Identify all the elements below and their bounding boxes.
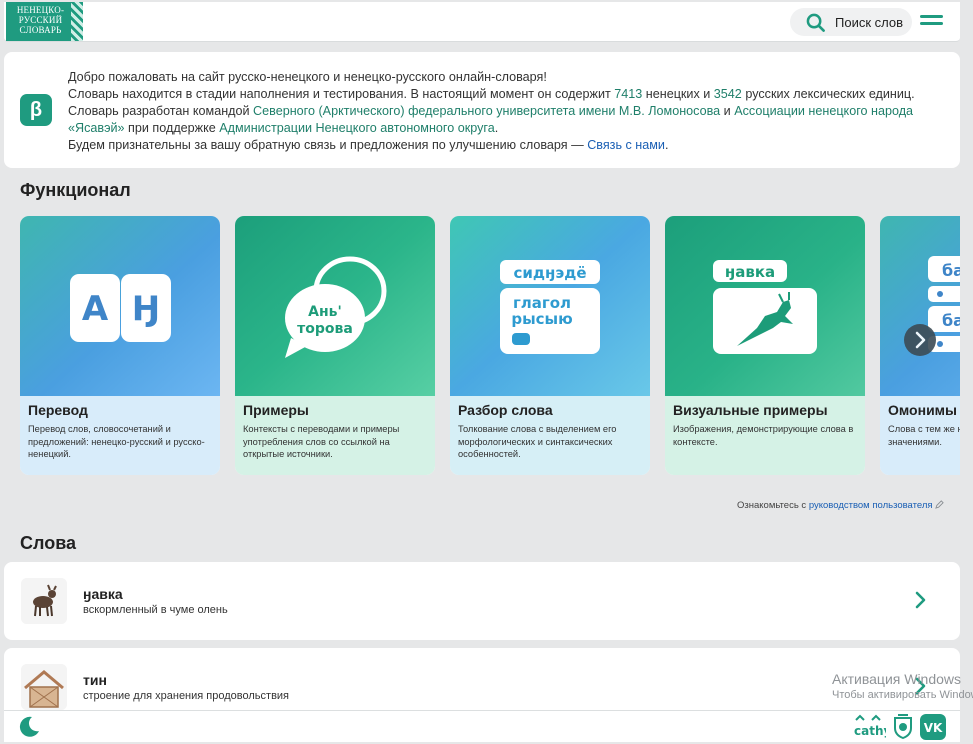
university-link[interactable]: Северного (Арктического) федерального ун… bbox=[253, 104, 720, 118]
translation-art-letter-ng: Ӈ bbox=[132, 289, 160, 329]
nenets-count: 7413 bbox=[614, 87, 643, 101]
search-button[interactable]: Поиск слов bbox=[790, 8, 912, 36]
welcome-text-fragment: Будем признательны за вашу обратную связ… bbox=[68, 138, 588, 152]
search-icon bbox=[806, 13, 825, 32]
examples-art-word1: Ань' bbox=[308, 304, 342, 320]
card-description: Перевод слов, словосочетаний и предложен… bbox=[28, 424, 205, 459]
contact-link[interactable]: Связь с нами bbox=[587, 138, 665, 152]
card-body: Омонимы Слова с тем же написанием, но ра… bbox=[880, 396, 960, 475]
watermark-line: Чтобы активировать Windows bbox=[832, 689, 973, 701]
feature-card-visual-examples[interactable]: ӈавка Визуальные примеры Изображения, де… bbox=[665, 216, 865, 475]
association-link[interactable]: Ассоциации ненецкого народа bbox=[734, 104, 913, 118]
word-row[interactable]: ӈавка вскормленный в чуме олень bbox=[4, 562, 960, 640]
card-title: Перевод bbox=[28, 402, 88, 418]
logo-line: СЛОВАРЬ bbox=[19, 25, 62, 35]
card-description: Толкование слова с выделением его морфол… bbox=[458, 424, 617, 459]
welcome-line: Словарь находится в стадии наполнения и … bbox=[68, 86, 948, 103]
welcome-line: «Ясавэй» при поддержке Администрации Нен… bbox=[68, 120, 948, 137]
logo-line: РУССКИЙ bbox=[18, 15, 63, 25]
user-guide-note: Ознакомьтесь с руководством пользователя bbox=[737, 500, 944, 511]
examples-illustration: Ань' торова bbox=[235, 216, 435, 396]
word-title: тин bbox=[83, 672, 107, 688]
welcome-line: Словарь разработан командой Северного (А… bbox=[68, 103, 948, 120]
words-title: Слова bbox=[20, 533, 77, 553]
card-description: Слова с тем же написанием, но разными зн… bbox=[888, 424, 960, 447]
word-description: вскормленный в чуме олень bbox=[83, 604, 228, 616]
visual-art-word: ӈавка bbox=[725, 263, 775, 281]
welcome-text-fragment: при поддержке bbox=[124, 121, 220, 135]
homonyms-art-word2: ба bbox=[942, 311, 960, 330]
watermark-line: Активация Windows bbox=[832, 671, 962, 687]
logo-line: НЕНЕЦКО- bbox=[16, 5, 65, 15]
analysis-art-word: сидӈэдё bbox=[513, 264, 586, 282]
carousel-next-button[interactable] bbox=[904, 324, 936, 356]
welcome-text-fragment: ненецких и bbox=[642, 87, 714, 101]
welcome-text-fragment: Словарь находится в стадии наполнения и … bbox=[68, 87, 615, 101]
yasavey-link[interactable]: «Ясавэй» bbox=[68, 121, 125, 135]
storehouse-icon bbox=[21, 664, 67, 710]
site-logo[interactable]: НЕНЕЦКО- РУССКИЙ СЛОВАРЬ bbox=[6, 2, 83, 41]
top-bar: НЕНЕЦКО- РУССКИЙ СЛОВАРЬ Поиск слов bbox=[4, 2, 960, 42]
welcome-line: Будем признательны за вашу обратную связ… bbox=[68, 137, 948, 154]
translation-illustration: А Ӈ bbox=[20, 216, 220, 396]
card-body: Визуальные примеры Изображения, демонстр… bbox=[665, 396, 865, 475]
card-title: Примеры bbox=[243, 402, 309, 418]
chevron-right-icon bbox=[915, 331, 926, 349]
feature-card-translation[interactable]: А Ӈ Перевод Перевод слов, словосочетаний… bbox=[20, 216, 220, 475]
homonyms-illustration: ба ба bbox=[880, 216, 960, 396]
card-body: Примеры Контексты с переводами и примеры… bbox=[235, 396, 435, 475]
bottom-bar: cathy VK bbox=[4, 710, 960, 742]
translation-art-letter-a: А bbox=[82, 289, 109, 329]
beta-badge: β bbox=[20, 94, 52, 126]
feature-card-word-analysis[interactable]: сидӈэдё глагол рысыю Разбор слова Толков… bbox=[450, 216, 650, 475]
administration-link[interactable]: Администрации Ненецкого автономного окру… bbox=[219, 121, 494, 135]
functional-title: Функционал bbox=[20, 180, 131, 200]
card-body: Разбор слова Толкование слова с выделени… bbox=[450, 396, 650, 475]
card-title: Омонимы bbox=[888, 402, 957, 418]
windows-activation-watermark: Активация Windows Чтобы активировать Win… bbox=[832, 671, 973, 701]
svg-text:VK: VK bbox=[924, 721, 943, 735]
logo-ornament bbox=[71, 2, 83, 41]
russian-count: 3542 bbox=[713, 87, 742, 101]
welcome-line: Добро пожаловать на сайт русско-ненецког… bbox=[68, 69, 948, 86]
card-description: Контексты с переводами и примеры употреб… bbox=[243, 424, 400, 459]
user-guide-link[interactable]: руководством пользователя bbox=[809, 500, 933, 511]
chevron-right-icon[interactable] bbox=[913, 590, 927, 610]
feature-carousel: А Ӈ Перевод Перевод слов, словосочетаний… bbox=[20, 216, 960, 476]
welcome-text-fragment: Словарь разработан командой bbox=[68, 104, 254, 118]
word-analysis-illustration: сидӈэдё глагол рысыю bbox=[450, 216, 650, 396]
search-label: Поиск слов bbox=[835, 15, 904, 30]
word-description: строение для хранения продовольствия bbox=[83, 690, 290, 702]
analysis-art-gloss: рысыю bbox=[511, 310, 572, 328]
moon-icon[interactable] bbox=[16, 714, 42, 740]
welcome-text: Добро пожаловать на сайт русско-ненецког… bbox=[68, 69, 948, 154]
welcome-panel: β Добро пожаловать на сайт русско-ненецк… bbox=[4, 52, 960, 168]
welcome-greeting: Добро пожаловать на сайт русско-ненецког… bbox=[68, 70, 547, 84]
svg-text:cathy: cathy bbox=[854, 724, 886, 738]
emblem-icon[interactable] bbox=[892, 714, 914, 740]
word-row[interactable]: тин строение для хранения продовольствия bbox=[4, 648, 960, 718]
card-title: Визуальные примеры bbox=[673, 402, 828, 418]
examples-art-word2: торова bbox=[297, 321, 353, 337]
welcome-text-fragment: . bbox=[494, 121, 499, 135]
pencil-icon bbox=[935, 500, 944, 509]
homonyms-art-word1: ба bbox=[942, 261, 960, 280]
welcome-text-fragment: русских лексических единиц. bbox=[741, 87, 915, 101]
card-description: Изображения, демонстрирующие слова в кон… bbox=[673, 424, 854, 447]
hamburger-menu-icon[interactable] bbox=[920, 15, 943, 29]
welcome-text-fragment: . bbox=[664, 138, 669, 152]
fawn-icon bbox=[21, 578, 67, 624]
word-title: ӈавка bbox=[83, 586, 123, 602]
card-title: Разбор слова bbox=[458, 402, 553, 418]
guide-prefix: Ознакомьтесь с bbox=[737, 500, 809, 511]
visual-examples-illustration: ӈавка bbox=[665, 216, 865, 396]
vk-icon[interactable]: VK bbox=[920, 714, 946, 740]
welcome-text-fragment: и bbox=[720, 104, 735, 118]
card-body: Перевод Перевод слов, словосочетаний и п… bbox=[20, 396, 220, 475]
cathy-logo-icon[interactable]: cathy bbox=[852, 714, 886, 740]
feature-card-examples[interactable]: Ань' торова Примеры Контексты с перевода… bbox=[235, 216, 435, 475]
